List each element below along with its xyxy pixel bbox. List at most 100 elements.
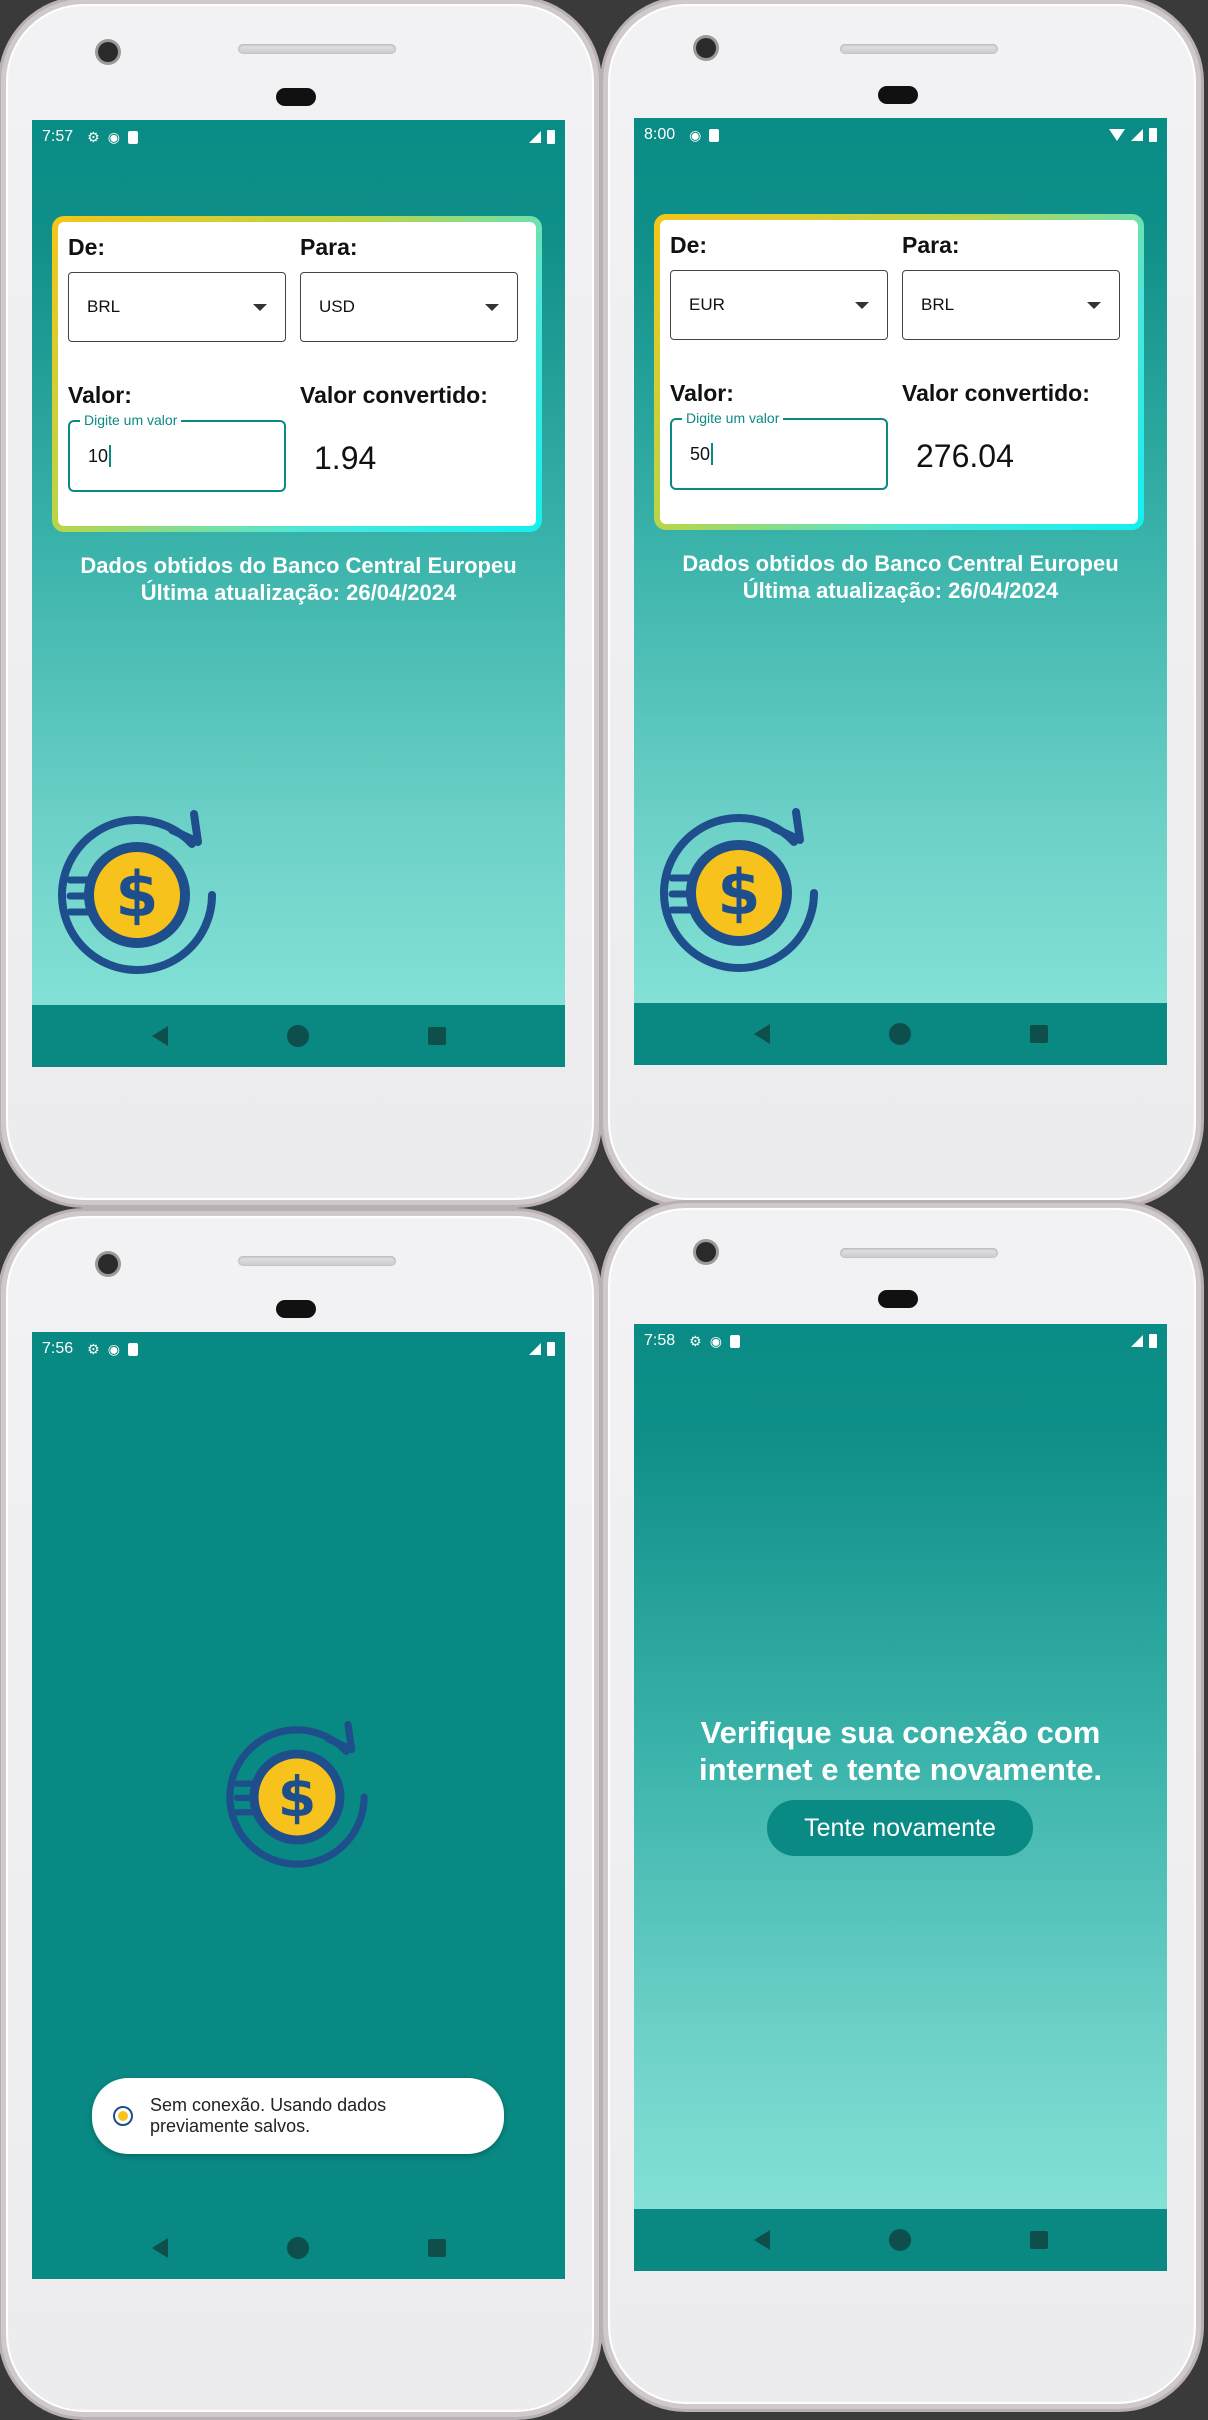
currency-exchange-logo-icon: $ <box>42 800 232 990</box>
settings-notification-icon: ⚙ <box>87 1340 100 1357</box>
phone-frame-1: 7:57 ⚙ ◉ De: Para: BRL USD Valor: Valor … <box>6 4 594 1200</box>
back-icon[interactable] <box>151 1026 168 1046</box>
home-icon[interactable] <box>286 2237 309 2259</box>
speaker-grille <box>238 1256 396 1266</box>
splash-screen: 7:56 ⚙ ◉ $ Sem conexão. Usando dados pre… <box>32 1332 565 2279</box>
value-input-legend: Digite um valor <box>80 412 182 428</box>
speaker-grille <box>238 44 396 54</box>
signal-icon <box>1131 1335 1143 1347</box>
signal-icon <box>1131 129 1143 141</box>
value-input-text: 10 <box>88 445 109 466</box>
from-currency-value: EUR <box>689 295 725 314</box>
last-update-line: Última atualização: 26/04/2024 <box>742 578 1059 603</box>
to-currency-dropdown[interactable]: USD <box>300 272 518 342</box>
status-bar: 8:00 ◉ <box>634 118 1167 152</box>
to-label: Para: <box>300 234 358 260</box>
navigation-bar <box>634 2209 1167 2271</box>
earpiece <box>878 86 918 104</box>
sd-card-icon <box>729 1334 740 1348</box>
error-line-1: Verifique sua conexão com <box>700 1715 1101 1750</box>
earpiece <box>878 1290 918 1308</box>
from-currency-dropdown[interactable]: EUR <box>670 270 888 340</box>
wifi-icon <box>1109 129 1125 141</box>
value-input-text: 50 <box>690 443 711 464</box>
currency-exchange-logo-icon: $ <box>644 798 834 988</box>
status-time: 7:56 <box>42 1340 74 1357</box>
data-source-info: Dados obtidos do Banco Central Europeu Ú… <box>634 550 1167 604</box>
toast-line-2: previamente salvos. <box>150 2116 311 2136</box>
earpiece <box>276 88 316 106</box>
speaker-grille <box>840 1248 998 1258</box>
svg-text:$: $ <box>717 856 760 929</box>
recents-icon[interactable] <box>427 1027 446 1045</box>
front-camera <box>696 38 716 58</box>
connection-error-screen: 7:58 ⚙ ◉ Verifique sua conexão com inter… <box>634 1324 1167 2271</box>
converter-card: De: Para: BRL USD Valor: Valor convertid… <box>52 216 542 532</box>
data-source-line: Dados obtidos do Banco Central Europeu <box>80 553 517 578</box>
status-time: 8:00 <box>644 126 676 143</box>
value-input[interactable]: Digite um valor 50 <box>670 410 888 490</box>
chevron-down-icon <box>855 301 869 309</box>
front-camera <box>696 1242 716 1262</box>
home-icon[interactable] <box>888 1023 911 1045</box>
sd-card-icon <box>709 128 720 142</box>
phone-frame-2: 8:00 ◉ De: Para: EUR BRL Valor: Valor co… <box>608 4 1196 1200</box>
converted-value: 1.94 <box>314 440 377 476</box>
settings-notification-icon: ⚙ <box>689 1332 702 1349</box>
currency-exchange-logo-icon: $ <box>212 1712 382 1882</box>
to-currency-value: USD <box>319 297 355 316</box>
sd-card-icon <box>127 130 138 144</box>
from-currency-dropdown[interactable]: BRL <box>68 272 286 342</box>
svg-text:$: $ <box>278 1766 317 1830</box>
status-time: 7:58 <box>644 1332 676 1349</box>
back-icon[interactable] <box>151 2238 168 2258</box>
front-camera <box>98 42 118 62</box>
sync-notification-icon: ◉ <box>107 1340 120 1357</box>
signal-icon <box>529 1343 541 1355</box>
navigation-bar <box>634 1003 1167 1065</box>
back-icon[interactable] <box>753 2230 770 2250</box>
sync-notification-icon: ◉ <box>709 1332 722 1349</box>
battery-icon <box>1149 1334 1157 1348</box>
recents-icon[interactable] <box>427 2239 446 2257</box>
battery-icon <box>1149 128 1157 142</box>
sync-notification-icon: ◉ <box>107 128 120 145</box>
navigation-bar <box>32 1005 565 1067</box>
from-label: De: <box>68 234 106 260</box>
home-icon[interactable] <box>888 2229 911 2251</box>
from-currency-value: BRL <box>87 297 121 316</box>
value-input-legend: Digite um valor <box>682 410 784 426</box>
status-bar: 7:56 ⚙ ◉ <box>32 1332 565 1366</box>
error-line-2: internet e tente novamente. <box>698 1752 1103 1787</box>
phone-frame-4: 7:58 ⚙ ◉ Verifique sua conexão com inter… <box>608 1208 1196 2404</box>
connection-error-message: Verifique sua conexão com internet e ten… <box>634 1714 1167 1788</box>
navigation-bar <box>32 2217 565 2279</box>
value-label: Valor: <box>670 380 734 406</box>
converted-value: 276.04 <box>916 438 1014 474</box>
to-currency-value: BRL <box>921 295 955 314</box>
sync-notification-icon: ◉ <box>689 126 702 143</box>
recents-icon[interactable] <box>1029 2231 1048 2249</box>
chevron-down-icon <box>1087 301 1101 309</box>
app-icon <box>113 2106 133 2126</box>
home-icon[interactable] <box>286 1025 309 1047</box>
to-currency-dropdown[interactable]: BRL <box>902 270 1120 340</box>
to-label: Para: <box>902 232 960 258</box>
retry-button[interactable]: Tente novamente <box>767 1800 1033 1856</box>
sd-card-icon <box>127 1342 138 1356</box>
battery-icon <box>547 1342 555 1356</box>
signal-icon <box>529 131 541 143</box>
value-input[interactable]: Digite um valor 10 <box>68 412 286 492</box>
from-label: De: <box>670 232 708 258</box>
earpiece <box>276 1300 316 1318</box>
recents-icon[interactable] <box>1029 1025 1048 1043</box>
back-icon[interactable] <box>753 1024 770 1044</box>
chevron-down-icon <box>485 303 499 311</box>
phone-frame-3: 7:56 ⚙ ◉ $ Sem conexão. Usando dados pre… <box>6 1216 594 2412</box>
svg-text:$: $ <box>115 858 158 931</box>
last-update-line: Última atualização: 26/04/2024 <box>140 580 457 605</box>
speaker-grille <box>840 44 998 54</box>
text-cursor <box>109 445 112 467</box>
value-label: Valor: <box>68 382 132 408</box>
settings-notification-icon: ⚙ <box>87 128 100 145</box>
